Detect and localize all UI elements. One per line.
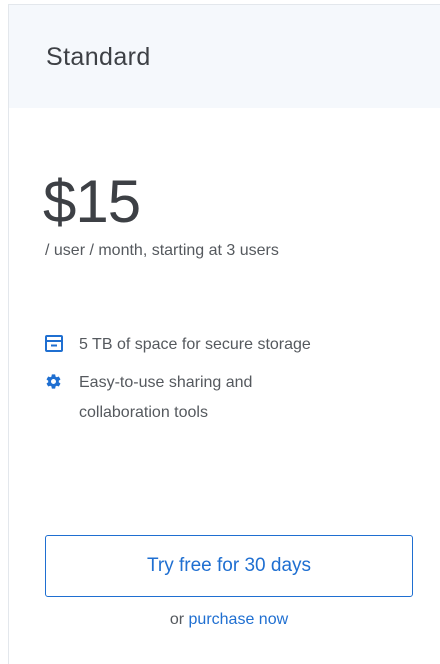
feature-text: Easy-to-use sharing and collaboration to…	[79, 374, 253, 421]
plan-title: Standard	[46, 43, 151, 71]
price-block: $15 / user / month, starting at 3 users	[43, 172, 279, 260]
purchase-prefix: or	[169, 611, 185, 628]
purchase-line: or purchase now	[45, 611, 413, 629]
price-note: / user / month, starting at 3 users	[45, 242, 279, 259]
storage-box-icon	[45, 330, 63, 360]
feature-text: 5 TB of space for secure storage	[79, 336, 311, 353]
gear-icon	[45, 368, 63, 398]
purchase-now-link[interactable]: purchase now	[189, 611, 289, 628]
feature-list: 5 TB of space for secure storage Easy-to…	[45, 330, 405, 428]
plan-price: $15	[43, 168, 141, 235]
feature-item-storage: 5 TB of space for secure storage	[45, 330, 405, 360]
pricing-card: Standard $15 / user / month, starting at…	[8, 4, 440, 664]
try-free-button[interactable]: Try free for 30 days	[45, 535, 413, 597]
card-header: Standard	[9, 5, 440, 108]
feature-item-sharing: Easy-to-use sharing and collaboration to…	[45, 368, 405, 428]
